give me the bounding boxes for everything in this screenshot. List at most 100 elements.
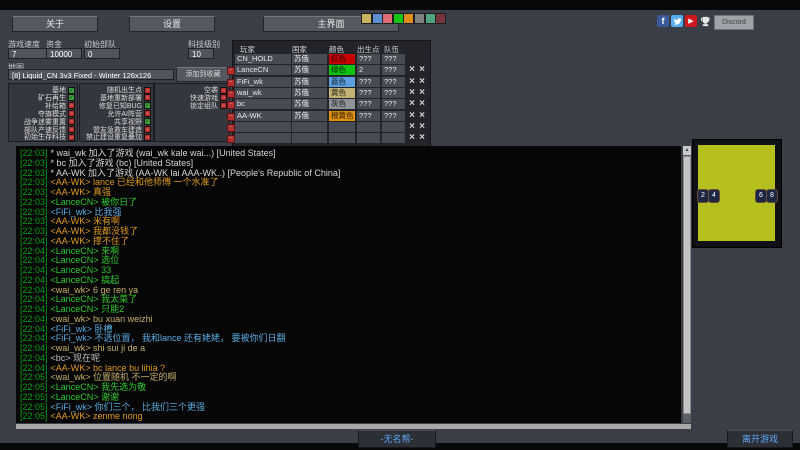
color-select[interactable]: 红色 (329, 54, 355, 64)
chat-message: [22:03] <AA-WK> lance 已经和他师傅 一个水准了 (20, 177, 219, 187)
color-select[interactable] (329, 133, 355, 144)
clan-button[interactable]: -无名帮- (358, 430, 436, 448)
option-checkbox[interactable]: − (68, 102, 75, 110)
mute-indicator[interactable]: − (227, 124, 235, 133)
spawn-select[interactable]: ??? (357, 88, 380, 99)
option-checkbox[interactable]: − (220, 94, 227, 102)
spawn-select[interactable]: 2 (357, 65, 380, 76)
spawn-select[interactable]: ??? (357, 110, 380, 121)
faction-select[interactable]: 苏俄 (292, 99, 327, 110)
team-select[interactable]: ??? (382, 99, 405, 110)
option-checkbox[interactable]: − (68, 126, 75, 133)
team-select[interactable]: ??? (382, 54, 405, 64)
setting-input[interactable]: 7 (8, 48, 48, 59)
kick-button[interactable]: × (407, 76, 417, 87)
option-checkbox[interactable]: − (220, 86, 227, 94)
spawn-select[interactable]: ??? (357, 99, 380, 110)
option-checkbox[interactable]: − (144, 126, 151, 133)
chat-text: <AA-WK> 真强 (50, 187, 112, 197)
kick-button[interactable]: × (407, 133, 417, 143)
kick-button[interactable]: × (407, 99, 417, 109)
team-select[interactable] (382, 122, 405, 133)
kick-button[interactable]: × (407, 88, 417, 98)
chat-timestamp: [22:04] (20, 284, 48, 295)
chat-message: [22:03] <LanceCN> 被你日了 (20, 197, 137, 207)
mute-indicator[interactable]: − (227, 90, 235, 99)
spawn-select[interactable]: ??? (357, 76, 380, 87)
color-select[interactable]: 橙黄色 (329, 110, 355, 121)
kick-button[interactable]: × (407, 110, 417, 121)
team-select[interactable]: ??? (382, 76, 405, 87)
player-row: − × × (227, 122, 430, 133)
option-checkbox[interactable]: ✓ (68, 86, 75, 94)
option-checkbox[interactable]: ✓ (68, 94, 75, 102)
chat-scrollbar[interactable]: ▲ (683, 146, 691, 423)
mute-indicator[interactable]: − (227, 78, 235, 87)
spawn-select[interactable]: ??? (357, 54, 380, 64)
color-swatch (382, 13, 394, 24)
tab-about[interactable]: 关于 (12, 16, 98, 32)
spawn-point-8[interactable]: 8 (766, 189, 778, 203)
spawn-select[interactable] (357, 133, 380, 144)
color-select[interactable]: 蓝色 (329, 76, 355, 87)
team-select[interactable]: ??? (382, 88, 405, 99)
faction-select[interactable]: 苏俄 (292, 76, 327, 87)
twitter-icon[interactable] (671, 15, 683, 27)
mute-indicator[interactable]: − (227, 101, 235, 110)
option-checkbox[interactable]: − (144, 86, 151, 94)
option-checkbox[interactable]: − (68, 110, 75, 118)
faction-select[interactable]: 苏俄 (292, 88, 327, 99)
option-checkbox[interactable]: − (144, 110, 151, 118)
discord-button[interactable]: Discord (714, 15, 754, 30)
setting-input[interactable]: 10000 (46, 48, 82, 59)
color-select[interactable] (329, 122, 355, 133)
mute-indicator[interactable]: − (227, 112, 235, 121)
mute-indicator[interactable]: − (227, 135, 235, 144)
faction-select[interactable] (292, 122, 327, 133)
ban-button[interactable]: × (417, 133, 427, 143)
scroll-up-icon[interactable]: ▲ (683, 146, 691, 155)
team-select[interactable]: ??? (382, 65, 405, 76)
chat-hscrollbar[interactable] (16, 424, 691, 429)
faction-select[interactable]: 苏俄 (292, 110, 327, 121)
option-checkbox[interactable]: ✓ (144, 118, 151, 126)
ban-button[interactable]: × (417, 122, 427, 132)
chat-message: [22:04] <LanceCN> 来啊 (20, 246, 119, 256)
setting-input[interactable]: 0 (84, 48, 120, 59)
option-row: 禁止建设重复叠加 − (86, 133, 151, 141)
option-checkbox[interactable]: − (68, 133, 75, 141)
ban-button[interactable]: × (417, 88, 427, 98)
map-select[interactable]: [8] Liquid_CN 3v3 Fixed - Winter 126x126 (8, 69, 174, 80)
trophy-icon[interactable] (699, 15, 711, 27)
option-checkbox[interactable]: − (68, 118, 75, 126)
tab-settings[interactable]: 设置 (129, 16, 215, 32)
color-select[interactable]: 绿色 (329, 65, 355, 76)
team-select[interactable] (382, 133, 405, 144)
ban-button[interactable]: × (417, 99, 427, 109)
spawn-select[interactable] (357, 122, 380, 133)
option-checkbox[interactable]: − (144, 94, 151, 102)
team-select[interactable]: ??? (382, 110, 405, 121)
player-row: − FiFi_wk 苏俄 蓝色?????? × × (227, 76, 430, 87)
youtube-icon[interactable]: ▶ (685, 15, 697, 27)
leave-game-button[interactable]: 离开游戏 (727, 430, 793, 448)
setting-input[interactable]: 10 (188, 48, 214, 59)
mute-indicator[interactable]: − (227, 67, 235, 76)
add-favorite-button[interactable]: 添加到收藏 (176, 67, 230, 82)
faction-select[interactable]: 苏俄 (292, 65, 327, 76)
spawn-point-4[interactable]: 4 (708, 189, 720, 203)
scrollbar-thumb[interactable] (683, 156, 691, 414)
ban-button[interactable]: × (417, 76, 427, 87)
kick-button[interactable]: × (407, 65, 417, 75)
kick-button[interactable]: × (407, 122, 417, 132)
faction-select[interactable]: 苏俄 (292, 54, 327, 64)
faction-select[interactable] (292, 133, 327, 144)
option-checkbox[interactable]: − (220, 102, 227, 110)
ban-button[interactable]: × (417, 65, 427, 75)
option-checkbox[interactable]: − (144, 133, 151, 141)
option-checkbox[interactable]: ✓ (144, 102, 151, 110)
color-select[interactable]: 灰色 (329, 99, 355, 110)
ban-button[interactable]: × (417, 110, 427, 121)
facebook-icon[interactable]: f (657, 15, 669, 27)
color-select[interactable]: 黄色 (329, 88, 355, 99)
